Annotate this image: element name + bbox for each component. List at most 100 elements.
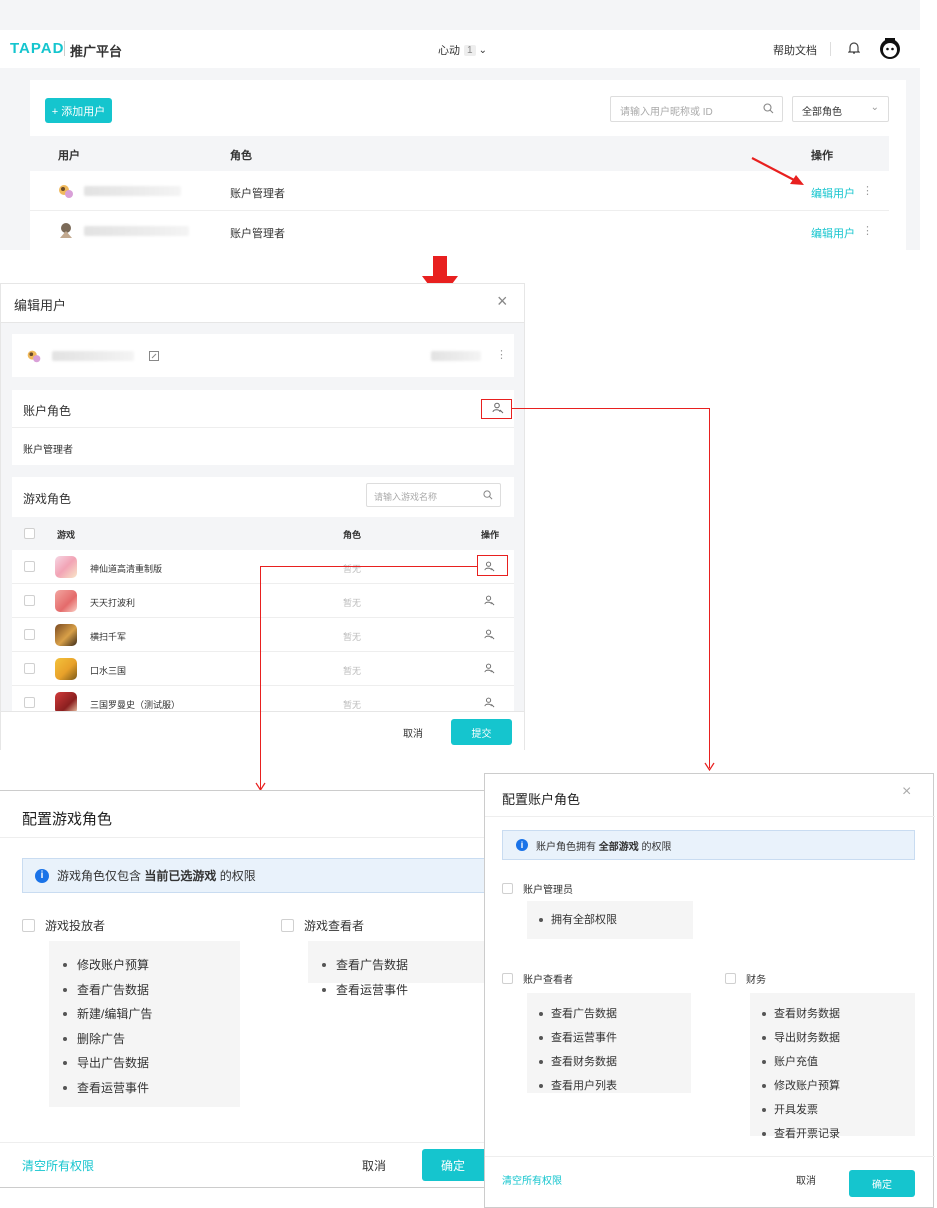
- game-icon: [55, 692, 77, 711]
- more-icon[interactable]: ⋮: [496, 348, 507, 361]
- col-action: 操作: [811, 150, 833, 162]
- chevron-down-icon: ⌄: [478, 44, 487, 56]
- confirm-button[interactable]: 确定: [849, 1170, 915, 1197]
- chevron-down-icon: ⌄: [870, 102, 879, 113]
- permission-item: 开具发票: [760, 1098, 915, 1122]
- clear-permissions-link[interactable]: 清空所有权限: [502, 1172, 562, 1187]
- permission-item: 拥有全部权限: [537, 908, 693, 932]
- permission-item: 账户充值: [760, 1050, 915, 1074]
- col-role: 角色: [230, 150, 252, 162]
- user-settings-icon[interactable]: [484, 697, 495, 708]
- avatar: [59, 185, 73, 198]
- role-checkbox[interactable]: [502, 883, 513, 894]
- permission-item: 查看运营事件: [320, 978, 484, 1003]
- role-checkbox[interactable]: [502, 973, 513, 984]
- game-icon: [55, 658, 77, 680]
- permission-item: 导出财务数据: [760, 1026, 915, 1050]
- info-banner: i 游戏角色仅包含 当前已选游戏 的权限: [22, 858, 492, 893]
- account-switcher[interactable]: 心动 1 ⌄: [438, 42, 487, 58]
- role-filter-select[interactable]: 全部角色 ⌄: [792, 96, 889, 122]
- clear-permissions-link[interactable]: 清空所有权限: [22, 1157, 94, 1174]
- account-name: 心动: [438, 45, 460, 57]
- role-name: 账户管理员: [523, 885, 573, 896]
- blurred-username: [84, 186, 181, 196]
- row-checkbox[interactable]: [24, 595, 35, 606]
- user-search-input[interactable]: 请输入用户昵称或 ID: [610, 96, 783, 122]
- more-icon[interactable]: ⋮: [862, 184, 873, 197]
- info-text: 游戏角色仅包含 当前已选游戏 的权限: [57, 869, 256, 883]
- close-icon[interactable]: ×: [497, 291, 508, 312]
- brand-logo[interactable]: TAPAD: [10, 40, 64, 57]
- cancel-button[interactable]: 取消: [403, 725, 423, 740]
- bell-icon[interactable]: [848, 41, 860, 55]
- help-docs-link[interactable]: 帮助文档: [773, 42, 817, 58]
- row-checkbox[interactable]: [24, 663, 35, 674]
- permission-item: 查看开票记录: [760, 1122, 915, 1146]
- role-checkbox[interactable]: [281, 919, 294, 932]
- confirm-button[interactable]: 确定: [422, 1149, 484, 1181]
- game-name: 神仙道高清重制版: [90, 564, 163, 574]
- submit-button[interactable]: 提交: [451, 719, 512, 745]
- row-checkbox[interactable]: [24, 561, 35, 572]
- user-role: 账户管理者: [230, 228, 285, 240]
- account-badge: 1: [464, 44, 476, 56]
- edit-icon[interactable]: [149, 351, 159, 361]
- more-icon[interactable]: ⋮: [862, 224, 873, 237]
- game-table-body: 神仙道高清重制版 暂无 天天打波利 暂无 横扫千军 暂无 口水三国 暂无 三国罗…: [12, 550, 514, 711]
- role-option-game-launcher[interactable]: 游戏投放者: [22, 917, 105, 934]
- info-banner: i 账户角色拥有 全部游戏 的权限: [502, 830, 915, 860]
- cancel-button[interactable]: 取消: [362, 1157, 386, 1174]
- top-navbar: TAPAD 推广平台 心动 1 ⌄ 帮助文档: [0, 30, 920, 68]
- user-info-card: ⋮: [12, 334, 514, 377]
- game-role: 暂无: [343, 564, 362, 574]
- game-icon: [55, 624, 77, 646]
- game-search-input[interactable]: 请输入游戏名称: [366, 483, 501, 507]
- role-option-game-viewer[interactable]: 游戏查看者: [281, 917, 364, 934]
- user-settings-icon[interactable]: [484, 663, 495, 674]
- search-placeholder: 请输入用户昵称或 ID: [620, 107, 713, 118]
- permission-item: 查看广告数据: [537, 1002, 691, 1026]
- permission-list: 查看广告数据 查看运营事件: [308, 941, 484, 997]
- role-name: 财务: [746, 975, 766, 986]
- role-name: 游戏查看者: [304, 919, 365, 933]
- permission-item: 查看运营事件: [537, 1026, 691, 1050]
- role-checkbox[interactable]: [22, 919, 35, 932]
- dialog-title: 编辑用户: [14, 298, 67, 313]
- close-icon[interactable]: ×: [902, 783, 911, 801]
- select-all-checkbox[interactable]: [24, 528, 35, 539]
- section-title: 账户角色: [23, 404, 72, 418]
- annotation-arrow: [751, 157, 804, 185]
- info-icon: i: [516, 839, 528, 851]
- game-role-dialog: 配置游戏角色 i 游戏角色仅包含 当前已选游戏 的权限 游戏投放者 修改账户预算…: [0, 790, 492, 1188]
- permission-item: 查看广告数据: [61, 978, 240, 1003]
- dialog-header: 编辑用户 ×: [1, 284, 524, 323]
- role-option-account-viewer[interactable]: 账户查看者: [502, 971, 573, 986]
- dialog-title: 配置游戏角色: [22, 811, 113, 828]
- role-checkbox[interactable]: [725, 973, 736, 984]
- role-option-finance[interactable]: 财务: [725, 971, 766, 986]
- search-icon[interactable]: [763, 103, 774, 114]
- row-checkbox[interactable]: [24, 629, 35, 640]
- game-role-section: 游戏角色 请输入游戏名称 游戏 角色 操作 神仙道高清重制版 暂无 天天打波利: [12, 477, 514, 711]
- game-icon: [55, 556, 77, 578]
- cancel-button[interactable]: 取消: [796, 1172, 816, 1187]
- row-checkbox[interactable]: [24, 697, 35, 708]
- brand-subtitle: 推广平台: [70, 44, 123, 59]
- search-icon[interactable]: [483, 490, 493, 500]
- user-settings-icon[interactable]: [484, 595, 495, 606]
- role-option-account-admin[interactable]: 账户管理员: [502, 881, 573, 896]
- connector-line: [512, 408, 710, 409]
- connector-line: [260, 566, 261, 790]
- table-row: 账户管理者 编辑用户 ⋮: [30, 211, 889, 250]
- role-filter-value: 全部角色: [802, 107, 842, 118]
- edit-user-link[interactable]: 编辑用户: [811, 185, 855, 201]
- col-game: 游戏: [57, 530, 76, 540]
- avatar[interactable]: [878, 36, 902, 60]
- col-user: 用户: [58, 150, 80, 162]
- edit-user-link[interactable]: 编辑用户: [811, 225, 855, 241]
- add-user-button[interactable]: + 添加用户: [45, 98, 112, 123]
- permission-item: 删除广告: [61, 1027, 240, 1052]
- user-settings-icon[interactable]: [484, 629, 495, 640]
- game-icon: [55, 590, 77, 612]
- blurred-account-id: [431, 351, 481, 361]
